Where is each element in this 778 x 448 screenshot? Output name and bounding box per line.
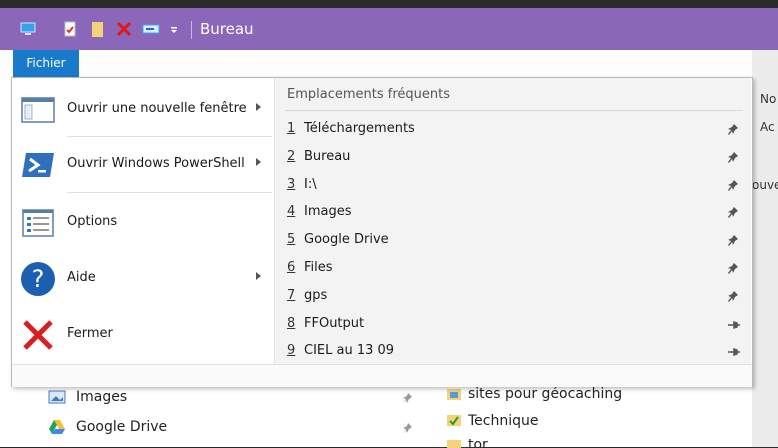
rename-icon[interactable] <box>142 21 162 37</box>
pinned-icon[interactable] <box>727 263 741 275</box>
close-label: Fermer <box>67 326 113 341</box>
frequent-place-number: 9 <box>287 343 296 359</box>
computer-icon[interactable] <box>20 21 36 37</box>
folder-icon <box>447 389 461 400</box>
customize-dropdown-icon[interactable] <box>169 21 179 37</box>
frequent-place-item[interactable]: 9 CIEL au 13 09 <box>275 338 751 366</box>
properties-icon[interactable] <box>62 21 78 37</box>
pinned-icon[interactable] <box>727 179 741 192</box>
pinned-icon[interactable] <box>727 235 741 247</box>
frequent-place-number: 2 <box>287 148 296 164</box>
frequent-place-name: Files <box>304 260 333 275</box>
frequent-place-item[interactable]: 1 Téléchargements <box>275 116 751 144</box>
frequent-place-name: Google Drive <box>304 232 389 248</box>
powershell-command[interactable]: Ouvrir Windows PowerShell <box>12 140 274 190</box>
frequent-place-item[interactable]: 7 gps <box>275 283 751 311</box>
file-menu: Ouvrir une nouvelle fenêtre Ouvrir Windo… <box>11 77 753 387</box>
frequent-place-name: Images <box>304 204 352 220</box>
file-item[interactable]: Technique <box>468 413 539 429</box>
folder-icon <box>447 415 461 426</box>
frequent-place-name: Téléchargements <box>304 121 415 136</box>
pinned-icon[interactable] <box>727 124 741 136</box>
submenu-arrow-icon <box>256 272 261 280</box>
pinned-icon[interactable] <box>727 290 741 303</box>
google-drive-icon <box>49 420 65 434</box>
frequent-place-item[interactable]: 4 Images <box>275 199 751 227</box>
frequent-place-number: 7 <box>287 287 296 303</box>
pin-icon <box>403 393 412 403</box>
pin-icon <box>403 423 412 433</box>
help-label: Aide <box>67 270 96 285</box>
frequent-place-name: Bureau <box>304 148 351 164</box>
options-icon <box>22 209 54 237</box>
ribbon-partial-open[interactable]: ouve <box>752 178 778 192</box>
frequent-places-header: Emplacements fréquents <box>287 87 450 102</box>
frequent-place-item[interactable]: 6 Files <box>275 255 751 283</box>
menu-separator <box>67 192 272 193</box>
pinned-icon[interactable] <box>727 151 741 164</box>
ribbon-overflow-area: No Ac ouve <box>752 50 778 447</box>
frequent-place-item[interactable]: 3 I:\ <box>275 172 751 200</box>
options-label: Options <box>67 214 118 229</box>
frequent-place-number: 8 <box>287 315 296 331</box>
frequent-place-item[interactable]: 2 Bureau <box>275 144 751 172</box>
frequent-place-number: 5 <box>287 232 296 248</box>
new-window-icon <box>21 97 55 123</box>
close-command[interactable]: Fermer <box>12 310 274 360</box>
ribbon-bar: Fichier <box>0 50 778 80</box>
new-window-label: Ouvrir une nouvelle fenêtre <box>67 101 247 116</box>
powershell-icon <box>22 153 54 177</box>
submenu-arrow-icon <box>256 103 261 111</box>
help-icon: ? <box>21 262 55 296</box>
ribbon-partial-access[interactable]: Ac <box>760 120 775 134</box>
frequent-place-number: 4 <box>287 204 296 220</box>
pinned-icon[interactable] <box>727 207 741 219</box>
file-tab[interactable]: Fichier <box>13 50 79 77</box>
frequent-place-name: gps <box>304 287 328 303</box>
file-item[interactable]: tor <box>468 437 488 447</box>
submenu-arrow-icon <box>256 158 261 166</box>
new-folder-icon[interactable] <box>90 21 106 37</box>
help-command[interactable]: ? Aide <box>12 254 274 304</box>
frequent-places-panel: Emplacements fréquents 1 Téléchargements 2… <box>274 78 751 364</box>
unpinned-icon[interactable] <box>727 346 741 358</box>
powershell-label: Ouvrir Windows PowerShell <box>67 156 245 171</box>
delete-icon[interactable] <box>116 21 132 37</box>
nav-item-google-drive[interactable]: Google Drive <box>76 419 167 435</box>
close-icon <box>23 320 53 350</box>
frequent-place-number: 1 <box>287 121 296 136</box>
frequent-place-item[interactable]: 5 Google Drive <box>275 227 751 255</box>
options-command[interactable]: Options <box>12 198 274 248</box>
frequent-place-item[interactable]: 8 FFOutput <box>275 311 751 339</box>
frequent-place-number: 6 <box>287 260 296 275</box>
header-separator <box>285 110 743 111</box>
file-menu-footer <box>12 364 752 387</box>
svg-text:?: ? <box>32 265 45 293</box>
new-window-command[interactable]: Ouvrir une nouvelle fenêtre <box>12 85 274 135</box>
menu-separator <box>67 136 272 137</box>
file-item[interactable]: sites pour géocaching <box>468 386 622 402</box>
title-separator <box>191 21 192 39</box>
ribbon-partial-new[interactable]: No <box>760 92 776 106</box>
frequent-place-name: FFOutput <box>304 315 365 331</box>
frequent-place-number: 3 <box>287 176 296 192</box>
frequent-place-name: CIEL au 13 09 <box>304 343 395 359</box>
unpinned-icon[interactable] <box>727 319 741 331</box>
nav-item-images[interactable]: Images <box>76 389 127 405</box>
window-title: Bureau <box>200 20 254 38</box>
frequent-place-name: I:\ <box>304 176 317 192</box>
images-folder-icon <box>48 390 66 404</box>
title-bar: Bureau <box>0 8 778 50</box>
file-menu-commands: Ouvrir une nouvelle fenêtre Ouvrir Windo… <box>12 78 274 364</box>
